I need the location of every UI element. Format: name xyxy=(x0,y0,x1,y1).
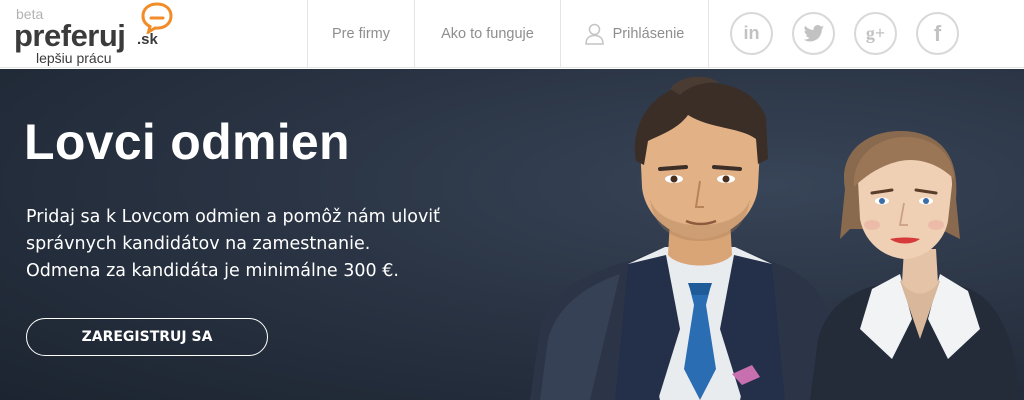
hero-text-line: Pridaj sa k Lovcom odmien a pomôž nám ul… xyxy=(26,207,441,227)
main-nav: Pre firmy Ako to funguje Prihlásenie xyxy=(307,0,709,68)
nav-label: Ako to funguje xyxy=(441,26,534,42)
facebook-glyph: f xyxy=(933,20,942,46)
social-links: in g+ f xyxy=(730,12,978,55)
man-figure xyxy=(530,76,842,400)
woman-figure xyxy=(810,131,1020,400)
hero-text-line: správnych kandidátov na zamestnanie. xyxy=(26,234,371,254)
user-icon xyxy=(584,23,604,45)
google-plus-glyph: g+ xyxy=(865,23,886,43)
hero-title: Lovci odmien xyxy=(24,114,350,170)
google-plus-icon[interactable]: g+ xyxy=(854,12,897,55)
speech-bubble-icon xyxy=(141,2,173,34)
linkedin-icon[interactable]: in xyxy=(730,12,773,55)
twitter-icon[interactable] xyxy=(792,12,835,55)
site-header: beta preferuj .sk lepšiu prácu Pre firmy… xyxy=(0,0,1024,68)
register-button[interactable]: ZAREGISTRUJ SA xyxy=(26,318,268,356)
twitter-bird-glyph xyxy=(803,24,824,41)
nav-item-ako-to-funguje[interactable]: Ako to funguje xyxy=(414,0,560,68)
nav-item-prihlasenie[interactable]: Prihlásenie xyxy=(560,0,709,68)
nav-item-pre-firmy[interactable]: Pre firmy xyxy=(307,0,414,68)
hero-text-line: Odmena za kandidáta je minimálne 300 €. xyxy=(26,261,399,281)
site-logo[interactable]: beta preferuj .sk lepšiu prácu xyxy=(14,2,184,66)
hero-illustration xyxy=(530,76,1020,400)
hero-description: Pridaj sa k Lovcom odmien a pomôž nám ul… xyxy=(26,204,496,285)
hero-banner: Lovci odmien Pridaj sa k Lovcom odmien a… xyxy=(0,69,1024,400)
facebook-icon[interactable]: f xyxy=(916,12,959,55)
linkedin-glyph: in xyxy=(743,23,760,43)
nav-label: Prihlásenie xyxy=(612,26,685,42)
logo-wordmark: preferuj xyxy=(14,18,126,53)
nav-label: Pre firmy xyxy=(332,26,390,42)
logo-tagline: lepšiu prácu xyxy=(36,50,112,66)
